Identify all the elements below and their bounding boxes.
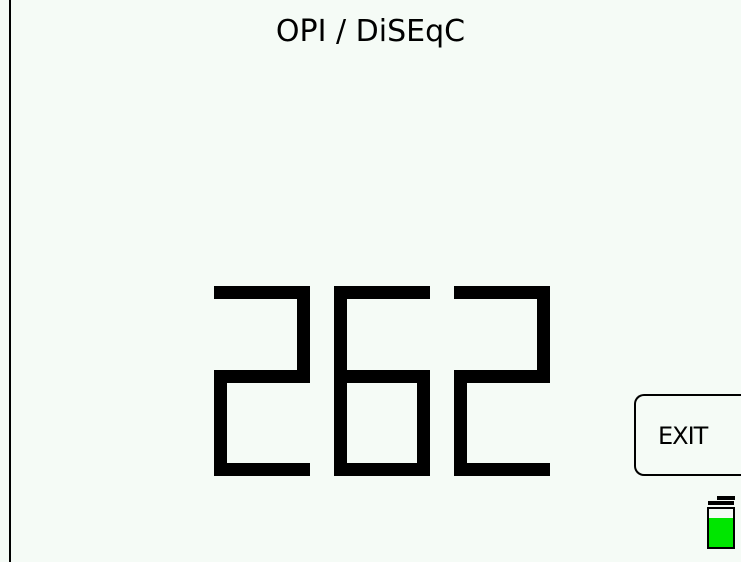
segment-a — [454, 286, 550, 299]
opi-diseqc-screen: OPI / DiSEqC 262 EXIT — [0, 0, 741, 562]
screen-left-border — [9, 0, 11, 562]
digit-2 — [454, 286, 550, 476]
battery-icon — [706, 496, 736, 550]
value-display: 262 — [214, 286, 550, 476]
segment-d — [214, 463, 310, 476]
segment-a — [334, 286, 430, 299]
segment-b — [537, 286, 550, 383]
seven-segment-display — [214, 286, 550, 476]
segment-e — [334, 370, 347, 476]
battery-fill — [709, 518, 733, 547]
segment-e — [454, 370, 467, 476]
exit-button-label: EXIT — [658, 422, 708, 450]
segment-g — [214, 370, 310, 383]
segment-b — [297, 286, 310, 383]
segment-e — [214, 370, 227, 476]
segment-d — [454, 463, 550, 476]
segment-d — [334, 463, 430, 476]
battery-top-band — [708, 501, 734, 505]
segment-g — [334, 370, 430, 383]
segment-c — [417, 370, 430, 476]
screen-title: OPI / DiSEqC — [275, 14, 466, 49]
digit-1 — [334, 286, 430, 476]
segment-g — [454, 370, 550, 383]
segment-a — [214, 286, 310, 299]
battery-terminal — [717, 496, 735, 500]
exit-button[interactable]: EXIT — [634, 394, 741, 476]
digit-0 — [214, 286, 310, 476]
segment-f — [334, 286, 347, 383]
